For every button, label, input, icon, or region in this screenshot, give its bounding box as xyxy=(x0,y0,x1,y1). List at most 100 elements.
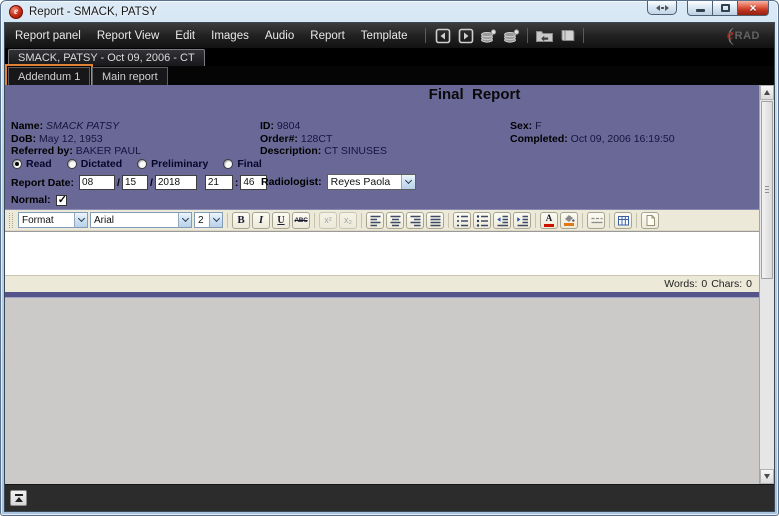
chars-label: Chars: xyxy=(711,278,742,290)
next-report-icon[interactable] xyxy=(456,27,475,45)
align-right-button[interactable] xyxy=(406,212,424,229)
eject-icon xyxy=(15,494,23,496)
radiologist-select[interactable]: Reyes Paola xyxy=(327,174,416,190)
align-left-button[interactable] xyxy=(366,212,384,229)
radio-final[interactable]: Final xyxy=(223,158,262,170)
radio-final-dot xyxy=(223,159,233,169)
outdent-button[interactable] xyxy=(493,212,511,229)
menu-images[interactable]: Images xyxy=(211,30,249,42)
book-icon[interactable] xyxy=(558,27,577,45)
numbered-list-button[interactable] xyxy=(453,212,471,229)
close-button[interactable]: × xyxy=(737,1,769,16)
new-page-button[interactable] xyxy=(641,212,659,229)
highlight-color-swatch xyxy=(564,223,574,226)
scroll-down-button[interactable] xyxy=(760,469,774,484)
arrow-up-icon xyxy=(764,90,770,95)
prev-report-icon[interactable] xyxy=(433,27,452,45)
patient-info-col-3: Sex: F Completed: Oct 09, 2006 16:19:50 xyxy=(510,120,675,145)
normal-row: Normal: xyxy=(11,194,67,206)
paint-bucket-icon xyxy=(564,214,575,222)
font-size-select[interactable]: 2 xyxy=(194,212,223,228)
report-status-radios: Read Dictated Preliminary Final xyxy=(12,158,277,170)
sex-label: Sex: xyxy=(510,120,532,132)
scroll-up-button[interactable] xyxy=(760,85,774,100)
align-center-button[interactable] xyxy=(386,212,404,229)
font-select[interactable]: Arial xyxy=(90,212,192,228)
tab-addendum-1[interactable]: Addendum 1 xyxy=(8,67,90,85)
menu-report-view[interactable]: Report View xyxy=(97,30,159,42)
strikethrough-button[interactable]: ABC xyxy=(292,212,310,229)
patient-id: 9804 xyxy=(277,120,300,132)
menu-report-panel[interactable]: Report panel xyxy=(15,30,81,42)
date-year-input[interactable] xyxy=(155,175,197,190)
window-body: Report panel Report View Edit Images Aud… xyxy=(4,22,775,512)
date-day-input[interactable] xyxy=(122,175,148,190)
report-date-label: Report Date: xyxy=(11,177,74,189)
tab-study[interactable]: SMACK, PATSY - Oct 09, 2006 - CT xyxy=(8,49,205,66)
maximize-icon xyxy=(721,4,730,12)
scrollbar-track[interactable] xyxy=(760,280,774,469)
underline-button[interactable]: U xyxy=(272,212,290,229)
study-description: CT SINUSES xyxy=(324,145,387,157)
study-tab-row: SMACK, PATSY - Oct 09, 2006 - CT xyxy=(5,48,774,66)
italic-button[interactable]: I xyxy=(252,212,270,229)
menu-separator xyxy=(583,28,584,43)
menu-audio[interactable]: Audio xyxy=(265,30,294,42)
radio-read-dot xyxy=(12,159,22,169)
editor-status-bar: Words: 0 Chars: 0 xyxy=(5,275,759,292)
superscript-button[interactable]: x² xyxy=(319,212,337,229)
align-justify-button[interactable] xyxy=(426,212,444,229)
completed-label: Completed: xyxy=(510,133,568,145)
left-right-arrows-icon xyxy=(656,5,660,11)
toolbar-grip[interactable] xyxy=(9,213,13,228)
radio-dictated[interactable]: Dictated xyxy=(67,158,122,170)
coin-stack-icon-2[interactable] xyxy=(502,27,521,45)
bottom-bar xyxy=(5,484,774,511)
maximize-button[interactable] xyxy=(712,1,738,16)
report-editor: Format Arial 2 xyxy=(5,209,759,292)
highlight-color-button[interactable] xyxy=(560,212,578,229)
id-label: ID: xyxy=(260,120,274,132)
patient-info-col-1: Name: SMACK PATSY DoB: May 12, 1953 Refe… xyxy=(11,120,141,158)
indent-button[interactable] xyxy=(513,212,531,229)
format-select[interactable]: Format xyxy=(18,212,88,228)
menu-template[interactable]: Template xyxy=(361,30,408,42)
words-count: 0 xyxy=(701,278,707,290)
report-header-panel: Final Report Name: SMACK PATSY DoB: May … xyxy=(5,85,759,297)
close-icon: × xyxy=(749,2,756,14)
open-folder-icon[interactable] xyxy=(535,27,554,45)
insert-table-button[interactable] xyxy=(614,212,632,229)
report-body-panel xyxy=(5,297,759,484)
radiologist-value: Reyes Paola xyxy=(331,176,391,188)
time-hour-input[interactable] xyxy=(205,175,233,190)
radio-read[interactable]: Read xyxy=(12,158,52,170)
menu-report[interactable]: Report xyxy=(310,30,345,42)
subscript-button[interactable]: x₂ xyxy=(339,212,357,229)
collapse-panel-button[interactable] xyxy=(10,490,27,506)
menu-edit[interactable]: Edit xyxy=(175,30,195,42)
toggle-size-button[interactable] xyxy=(647,1,677,15)
font-color-button[interactable]: A xyxy=(540,212,558,229)
chevron-down-icon xyxy=(74,213,87,227)
scrollbar-thumb[interactable] xyxy=(761,101,773,279)
name-label: Name: xyxy=(11,120,43,132)
normal-checkbox[interactable] xyxy=(56,195,67,206)
tab-main-report[interactable]: Main report xyxy=(92,67,168,85)
normal-label: Normal: xyxy=(11,194,51,206)
chevron-down-icon xyxy=(401,175,415,189)
menubar: Report panel Report View Edit Images Aud… xyxy=(5,23,774,48)
date-month-input[interactable] xyxy=(79,175,115,190)
radio-preliminary[interactable]: Preliminary xyxy=(137,158,208,170)
coin-stack-icon-1[interactable] xyxy=(479,27,498,45)
radio-preliminary-dot xyxy=(137,159,147,169)
chevron-down-icon xyxy=(178,213,191,227)
minimize-button[interactable] xyxy=(687,1,713,16)
radio-dictated-dot xyxy=(67,159,77,169)
bold-button[interactable]: B xyxy=(232,212,250,229)
chevron-down-icon xyxy=(209,213,222,227)
bullet-list-button[interactable] xyxy=(473,212,491,229)
radiologist-row: Radiologist: Reyes Paola xyxy=(261,174,416,190)
order-label: Order#: xyxy=(260,133,298,145)
horizontal-rule-button[interactable] xyxy=(587,212,605,229)
report-text-area[interactable] xyxy=(5,231,759,275)
